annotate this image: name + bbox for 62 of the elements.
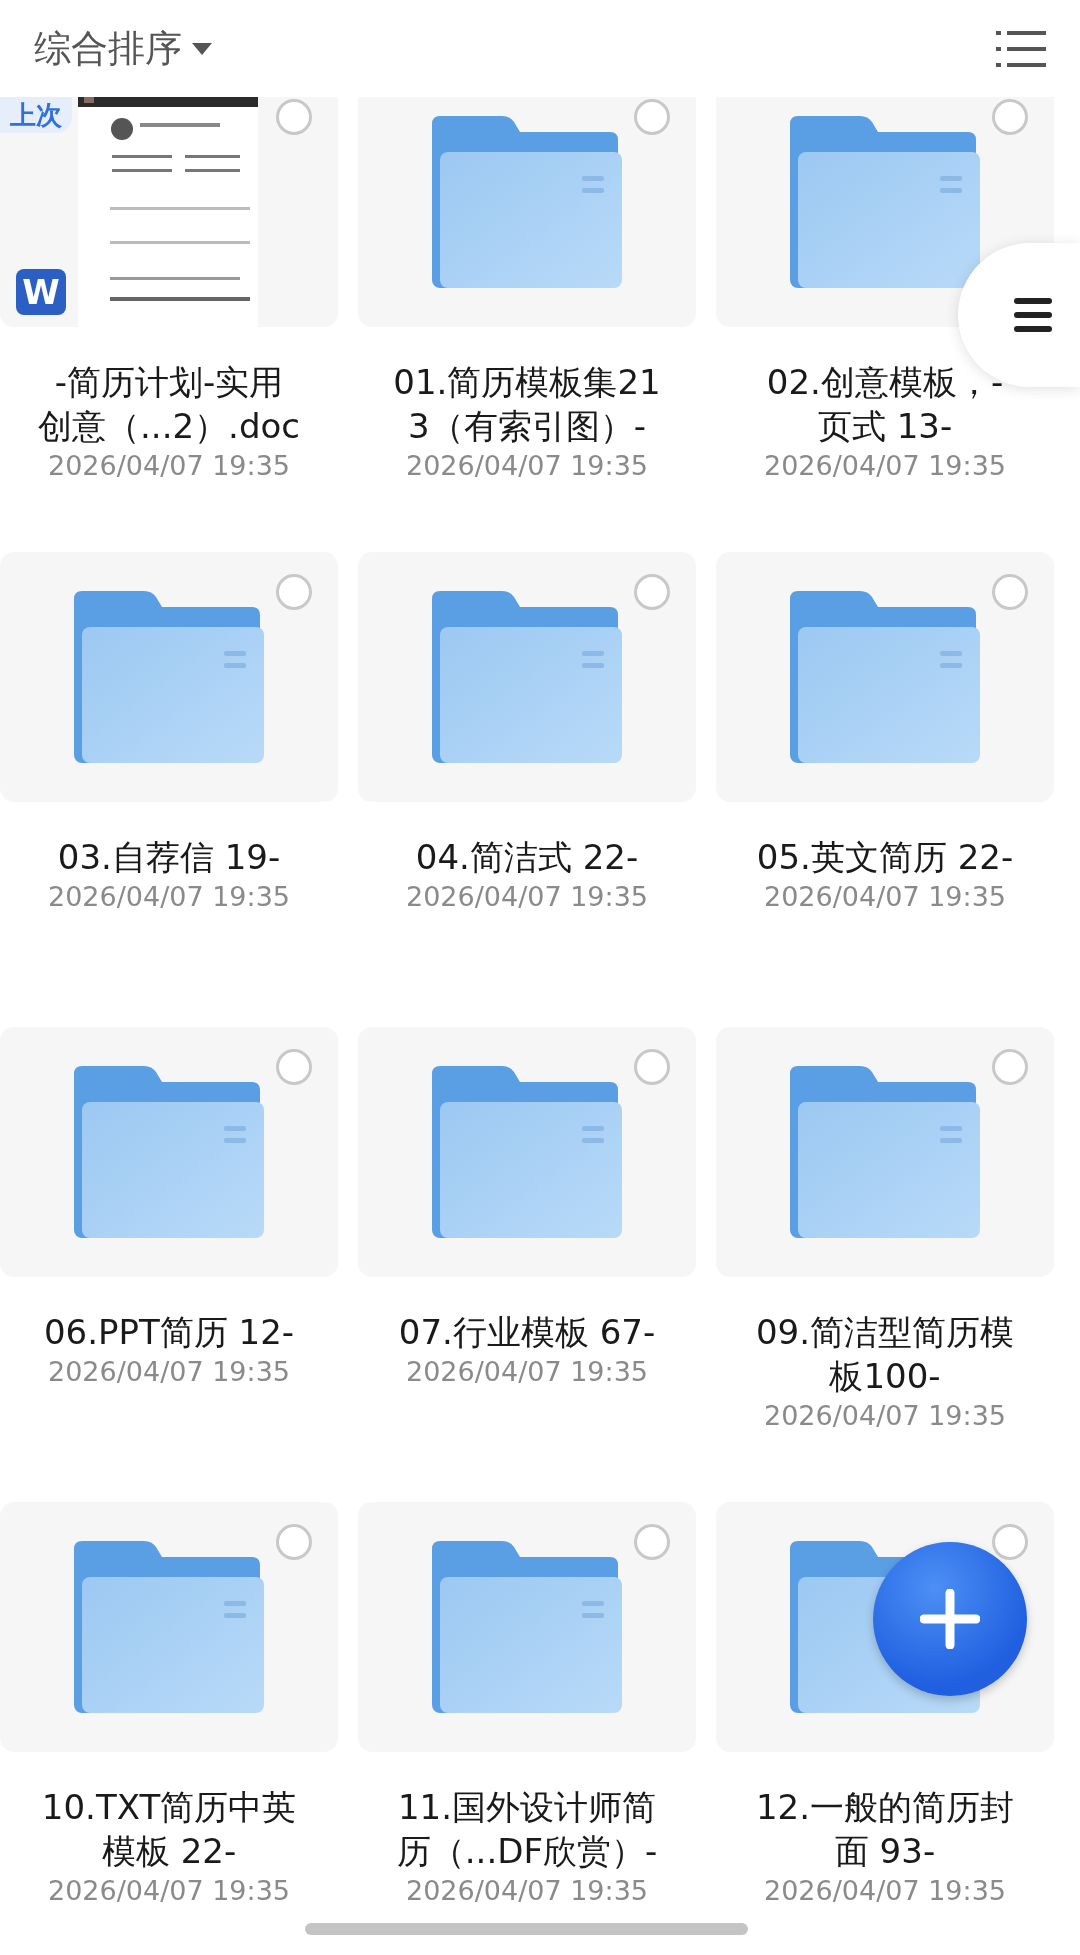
menu-icon bbox=[1014, 296, 1052, 334]
select-circle[interactable] bbox=[992, 574, 1028, 610]
folder-icon bbox=[432, 116, 622, 288]
select-circle[interactable] bbox=[276, 574, 312, 610]
select-circle[interactable] bbox=[634, 1049, 670, 1085]
folder-icon bbox=[74, 591, 264, 763]
file-card[interactable] bbox=[716, 1027, 1054, 1277]
file-date: 2026/04/07 19:35 bbox=[406, 1355, 648, 1389]
file-card[interactable] bbox=[358, 1027, 696, 1277]
select-circle[interactable] bbox=[634, 99, 670, 135]
select-circle[interactable] bbox=[992, 1049, 1028, 1085]
file-name: 01.简历模板集21 3（有索引图）- bbox=[393, 361, 661, 448]
list-view-icon[interactable] bbox=[996, 28, 1046, 69]
file-card[interactable] bbox=[716, 552, 1054, 802]
select-circle[interactable] bbox=[276, 1524, 312, 1560]
folder-icon bbox=[432, 591, 622, 763]
file-date: 2026/04/07 19:35 bbox=[406, 449, 648, 483]
file-date: 2026/04/07 19:35 bbox=[764, 880, 1006, 914]
folder-icon bbox=[790, 116, 980, 288]
folder-icon bbox=[74, 1541, 264, 1713]
file-date: 2026/04/07 19:35 bbox=[48, 1355, 290, 1389]
file-name: 06.PPT简历 12- bbox=[43, 1311, 295, 1354]
file-name: 04.简洁式 22- bbox=[415, 836, 639, 879]
file-card[interactable] bbox=[358, 97, 696, 327]
select-circle[interactable] bbox=[634, 574, 670, 610]
folder-icon bbox=[790, 1066, 980, 1238]
plus-icon bbox=[920, 1589, 980, 1649]
select-circle[interactable] bbox=[992, 1524, 1028, 1560]
file-date: 2026/04/07 19:35 bbox=[48, 880, 290, 914]
select-circle[interactable] bbox=[992, 99, 1028, 135]
file-name: 11.国外设计师简 历（...DF欣赏）- bbox=[396, 1786, 658, 1873]
recent-badge: 上次 bbox=[0, 97, 72, 133]
folder-icon bbox=[790, 591, 980, 763]
file-card[interactable] bbox=[0, 552, 338, 802]
folder-icon bbox=[432, 1541, 622, 1713]
file-date: 2026/04/07 19:35 bbox=[48, 1874, 290, 1908]
file-name: 12.一般的简历封 面 93- bbox=[755, 1786, 1015, 1873]
select-circle[interactable] bbox=[634, 1524, 670, 1560]
file-date: 2026/04/07 19:35 bbox=[764, 1874, 1006, 1908]
caret-icon bbox=[192, 42, 212, 55]
file-date: 2026/04/07 19:35 bbox=[406, 880, 648, 914]
file-date: 2026/04/07 19:35 bbox=[48, 449, 290, 483]
file-name: 02.创意模板，- 页式 13- bbox=[766, 361, 1004, 448]
file-date: 2026/04/07 19:35 bbox=[406, 1874, 648, 1908]
folder-icon bbox=[74, 1066, 264, 1238]
file-card[interactable] bbox=[358, 1502, 696, 1752]
word-file-icon: W bbox=[16, 269, 66, 315]
file-card[interactable] bbox=[358, 552, 696, 802]
folder-icon bbox=[432, 1066, 622, 1238]
sort-dropdown[interactable]: 综合排序 bbox=[34, 20, 212, 77]
file-date: 2026/04/07 19:35 bbox=[764, 449, 1006, 483]
file-name: 03.自荐信 19- bbox=[57, 836, 281, 879]
file-card[interactable] bbox=[0, 1027, 338, 1277]
select-circle[interactable] bbox=[276, 1049, 312, 1085]
file-name: -简历计划-实用 创意（...2）.doc bbox=[38, 361, 300, 448]
file-name: 09.简洁型简历模 板100- bbox=[755, 1311, 1015, 1398]
file-name: 10.TXT简历中英 模板 22- bbox=[41, 1786, 297, 1873]
file-card[interactable] bbox=[0, 1502, 338, 1752]
file-name: 05.英文简历 22- bbox=[756, 836, 1014, 879]
side-menu-handle[interactable] bbox=[958, 243, 1080, 387]
file-date: 2026/04/07 19:35 bbox=[764, 1399, 1006, 1433]
file-name: 07.行业模板 67- bbox=[398, 1311, 656, 1354]
